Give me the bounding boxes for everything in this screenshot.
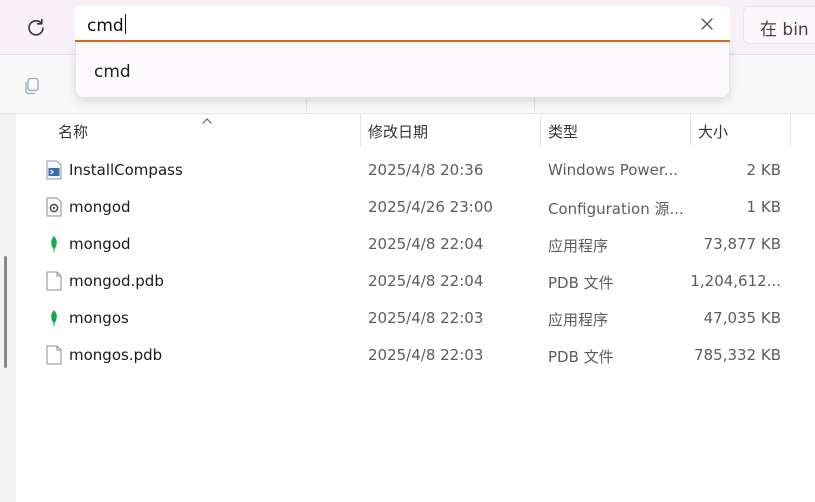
- mongodb-leaf-icon: [44, 234, 64, 254]
- search-placeholder: 在 bin 中: [760, 20, 815, 40]
- blank-file-icon: [44, 271, 64, 291]
- file-date: 2025/4/8 22:04: [368, 235, 484, 253]
- column-divider[interactable]: [540, 114, 541, 146]
- table-row[interactable]: mongod 2025/4/26 23:00 Configuration 源..…: [16, 189, 815, 226]
- file-name: mongos.pdb: [69, 346, 163, 364]
- copy-icon[interactable]: [22, 76, 42, 96]
- config-file-icon: [44, 197, 64, 217]
- address-bar[interactable]: cmd: [75, 6, 730, 42]
- file-name: mongod: [69, 198, 131, 216]
- column-type[interactable]: 类型: [548, 121, 578, 142]
- file-size: 1,204,612...: [690, 272, 781, 290]
- suggestion-item[interactable]: cmd: [94, 62, 131, 82]
- scrollbar[interactable]: [4, 256, 7, 368]
- file-name: mongod.pdb: [69, 272, 164, 290]
- file-type: PDB 文件: [548, 348, 614, 366]
- file-type: 应用程序: [548, 237, 609, 255]
- file-date: 2025/4/8 20:36: [368, 161, 484, 179]
- table-row[interactable]: mongod 2025/4/8 22:04 应用程序 73,877 KB: [16, 226, 815, 263]
- table-row[interactable]: mongos 2025/4/8 22:03 应用程序 47,035 KB: [16, 300, 815, 337]
- file-size: 1 KB: [746, 198, 781, 216]
- file-date: 2025/4/8 22:03: [368, 309, 484, 327]
- column-divider[interactable]: [360, 114, 361, 146]
- column-date[interactable]: 修改日期: [368, 121, 428, 142]
- refresh-icon[interactable]: [22, 13, 50, 41]
- column-header: 名称 修改日期 类型 大小: [16, 114, 815, 146]
- search-input[interactable]: 在 bin 中: [743, 6, 815, 44]
- suggestion-dropdown: cmd: [75, 44, 730, 98]
- column-divider[interactable]: [690, 114, 691, 146]
- blank-file-icon: [44, 345, 64, 365]
- file-name: mongod: [69, 235, 131, 253]
- table-row[interactable]: InstallCompass 2025/4/8 20:36 Windows Po…: [16, 152, 815, 189]
- file-name: InstallCompass: [69, 161, 183, 179]
- file-size: 785,332 KB: [694, 346, 781, 364]
- address-input[interactable]: cmd: [87, 14, 126, 36]
- mongodb-leaf-icon: [44, 308, 64, 328]
- file-date: 2025/4/8 22:03: [368, 346, 484, 364]
- sort-ascending-icon: [201, 110, 213, 124]
- file-name: mongos: [69, 309, 129, 327]
- column-divider[interactable]: [790, 114, 791, 146]
- file-type: Windows Power...: [548, 161, 679, 179]
- file-date: 2025/4/8 22:04: [368, 272, 484, 290]
- close-icon[interactable]: [698, 15, 716, 33]
- powershell-script-icon: [44, 160, 64, 180]
- file-date: 2025/4/26 23:00: [368, 198, 493, 216]
- file-list: 名称 修改日期 类型 大小 InstallCompass 2025/4/8 20…: [16, 114, 815, 502]
- file-type: PDB 文件: [548, 274, 614, 292]
- file-size: 73,877 KB: [703, 235, 781, 253]
- column-size[interactable]: 大小: [698, 121, 728, 142]
- table-row[interactable]: mongos.pdb 2025/4/8 22:03 PDB 文件 785,332…: [16, 337, 815, 374]
- file-type: Configuration 源...: [548, 200, 684, 218]
- file-size: 2 KB: [746, 161, 781, 179]
- table-row[interactable]: mongod.pdb 2025/4/8 22:04 PDB 文件 1,204,6…: [16, 263, 815, 300]
- file-size: 47,035 KB: [703, 309, 781, 327]
- text-caret: [124, 14, 126, 34]
- column-name[interactable]: 名称: [58, 121, 88, 142]
- file-type: 应用程序: [548, 311, 609, 329]
